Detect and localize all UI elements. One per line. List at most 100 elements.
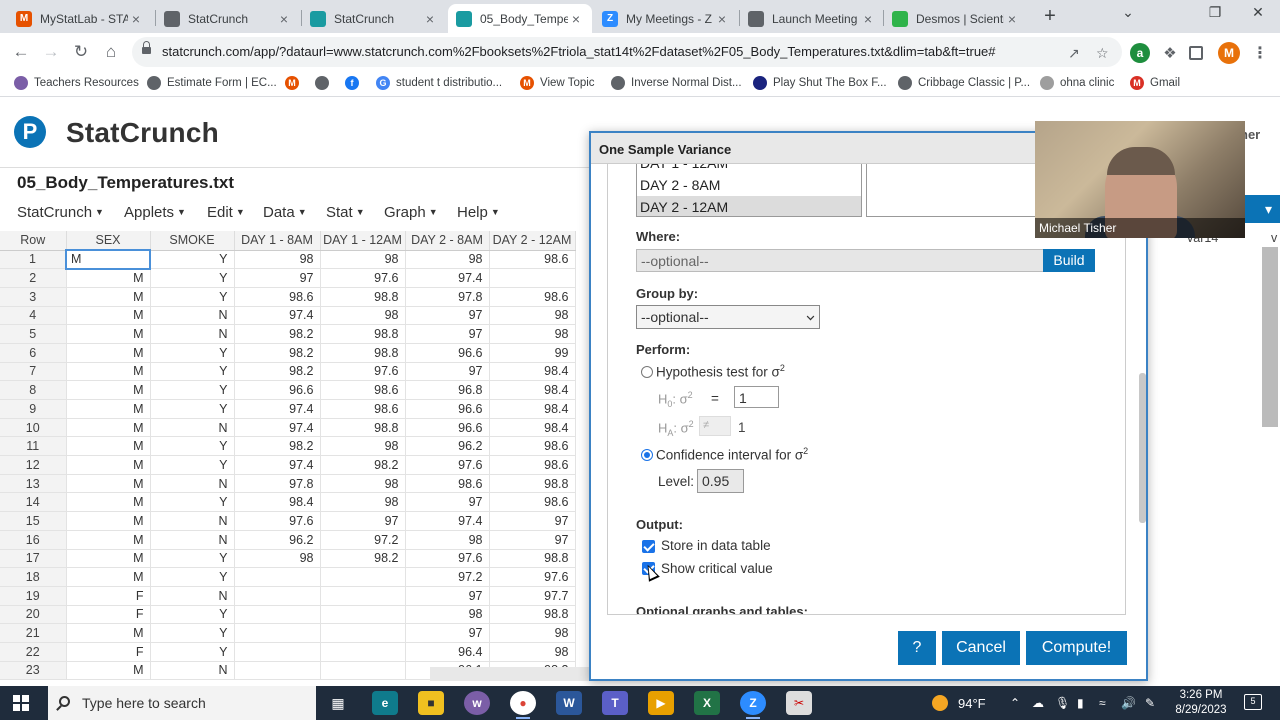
table-cell[interactable]: Y <box>150 455 235 475</box>
bookmark-item[interactable] <box>315 76 335 90</box>
table-cell[interactable]: 98.8 <box>489 474 576 494</box>
edge-icon[interactable]: e <box>372 691 398 715</box>
table-cell[interactable]: 98.6 <box>489 287 576 307</box>
column-header[interactable]: DAY 1 - 8AM <box>234 231 321 251</box>
bookmark-item[interactable]: M View Topic <box>520 76 595 90</box>
table-cell[interactable]: N <box>150 418 235 438</box>
table-cell[interactable]: F <box>66 642 151 662</box>
table-cell[interactable]: 98 <box>234 549 321 569</box>
table-cell[interactable]: M <box>66 474 151 494</box>
table-cell[interactable]: M <box>66 511 151 531</box>
table-cell[interactable]: M <box>66 549 151 569</box>
table-cell[interactable]: 98.6 <box>320 399 406 419</box>
table-cell[interactable]: 98.2 <box>234 362 321 382</box>
wifi-icon[interactable]: ≈ <box>1099 696 1106 710</box>
dialog-scrollbar[interactable] <box>1139 373 1146 523</box>
table-cell[interactable]: Y <box>150 362 235 382</box>
table-cell[interactable]: Y <box>150 399 235 419</box>
table-cell[interactable]: M <box>66 661 151 681</box>
menu-statcrunch[interactable]: StatCrunch ▼ <box>17 204 104 221</box>
table-cell[interactable]: Y <box>150 623 235 643</box>
table-cell[interactable]: M <box>66 324 151 344</box>
table-cell[interactable]: 98 <box>405 250 490 270</box>
bookmark-item[interactable]: Play Shut The Box F... <box>753 76 887 90</box>
side-panel-icon[interactable] <box>1189 46 1203 60</box>
table-cell[interactable]: M <box>66 380 151 400</box>
notification-badge[interactable]: 5 <box>1244 694 1262 710</box>
table-cell[interactable]: 98.6 <box>320 380 406 400</box>
system-clock[interactable]: 3:26 PM 8/29/2023 <box>1166 688 1236 718</box>
table-cell[interactable]: 97 <box>489 511 576 531</box>
table-cell[interactable]: Y <box>150 380 235 400</box>
table-cell[interactable]: 98.8 <box>320 418 406 438</box>
table-cell[interactable]: 97 <box>405 492 490 513</box>
restore-icon[interactable]: ❐ <box>1200 4 1230 21</box>
table-cell[interactable]: 98 <box>489 623 576 643</box>
table-cell[interactable]: 97 <box>489 530 576 550</box>
table-cell[interactable]: 97.2 <box>405 567 490 587</box>
back-icon[interactable]: ← <box>10 41 32 63</box>
minimize-icon[interactable]: ⌄ <box>1113 4 1143 21</box>
help-button[interactable]: ? <box>898 631 936 665</box>
menu-data[interactable]: Data ▼ <box>263 204 307 221</box>
browser-tab[interactable]: Desmos | Scientif × <box>884 4 1028 33</box>
table-cell[interactable]: 98.8 <box>489 605 576 625</box>
group-by-select[interactable]: --optional-- <box>636 305 820 329</box>
windows-start-icon[interactable] <box>13 695 29 711</box>
table-cell[interactable]: 96.2 <box>405 436 490 457</box>
table-cell[interactable]: F <box>66 586 151 606</box>
column-header[interactable]: SEX <box>66 231 151 251</box>
table-cell[interactable] <box>320 623 406 643</box>
bookmark-item[interactable]: f <box>345 76 365 90</box>
table-cell[interactable]: Y <box>150 549 235 569</box>
table-cell[interactable]: 96.2 <box>234 530 321 550</box>
excel-icon[interactable]: X <box>694 691 720 715</box>
table-cell[interactable]: M <box>66 436 151 457</box>
table-cell[interactable]: 98.6 <box>234 287 321 307</box>
hypothesis-test-radio[interactable] <box>641 366 653 378</box>
list-item[interactable]: DAY 2 - 8AM <box>637 174 861 196</box>
table-cell[interactable]: 98.8 <box>320 324 406 344</box>
table-cell[interactable]: Y <box>150 605 235 625</box>
table-cell[interactable]: 98.2 <box>320 455 406 475</box>
media-player-icon[interactable]: ▶ <box>648 691 674 715</box>
horizontal-scrollbar[interactable] <box>430 667 590 681</box>
table-cell[interactable] <box>234 642 321 662</box>
table-cell[interactable]: N <box>150 324 235 344</box>
table-cell[interactable]: M <box>66 362 151 382</box>
table-cell[interactable] <box>234 586 321 606</box>
table-cell[interactable]: 98.8 <box>320 343 406 363</box>
table-cell[interactable]: 98.4 <box>489 418 576 438</box>
extensions-puzzle-icon[interactable]: ❖ <box>1160 43 1180 63</box>
table-cell[interactable]: 97.8 <box>234 474 321 494</box>
table-cell[interactable]: 98 <box>405 605 490 625</box>
table-cell[interactable]: 98 <box>320 492 406 513</box>
table-cell[interactable]: 98.6 <box>489 492 576 513</box>
home-icon[interactable]: ⌂ <box>100 41 122 63</box>
table-cell[interactable]: M <box>66 399 151 419</box>
table-cell[interactable]: 97 <box>405 623 490 643</box>
column-header[interactable]: DAY 2 - 12AM <box>489 231 576 251</box>
column-header[interactable]: DAY 2 - 8AM <box>405 231 490 251</box>
table-cell[interactable]: M <box>66 567 151 587</box>
table-cell[interactable]: 98.2 <box>320 549 406 569</box>
list-item[interactable]: DAY 1 - 12AM <box>637 164 861 174</box>
table-cell[interactable]: F <box>66 605 151 625</box>
snip-tool-icon[interactable]: ✂ <box>786 691 812 715</box>
close-tab-icon[interactable]: × <box>1004 11 1020 27</box>
table-cell[interactable]: 96.4 <box>405 642 490 662</box>
table-cell[interactable]: 98 <box>489 324 576 344</box>
browser-tab[interactable]: 05_Body_Temper × <box>448 4 592 33</box>
table-cell[interactable]: 96.6 <box>405 418 490 438</box>
table-cell[interactable]: 98.2 <box>234 436 321 457</box>
table-cell[interactable]: 98.4 <box>489 362 576 382</box>
bookmark-item[interactable]: Teachers Resources <box>14 76 139 90</box>
close-tab-icon[interactable]: × <box>422 11 438 27</box>
table-cell[interactable]: 97.4 <box>234 306 321 326</box>
table-cell[interactable] <box>489 268 576 288</box>
list-item-selected[interactable]: DAY 2 - 12AM <box>637 196 861 216</box>
table-cell[interactable]: 96.6 <box>234 380 321 400</box>
pen-icon[interactable]: ✎ <box>1145 696 1155 710</box>
table-cell[interactable]: 97 <box>234 268 321 288</box>
table-cell[interactable]: 96.6 <box>405 399 490 419</box>
